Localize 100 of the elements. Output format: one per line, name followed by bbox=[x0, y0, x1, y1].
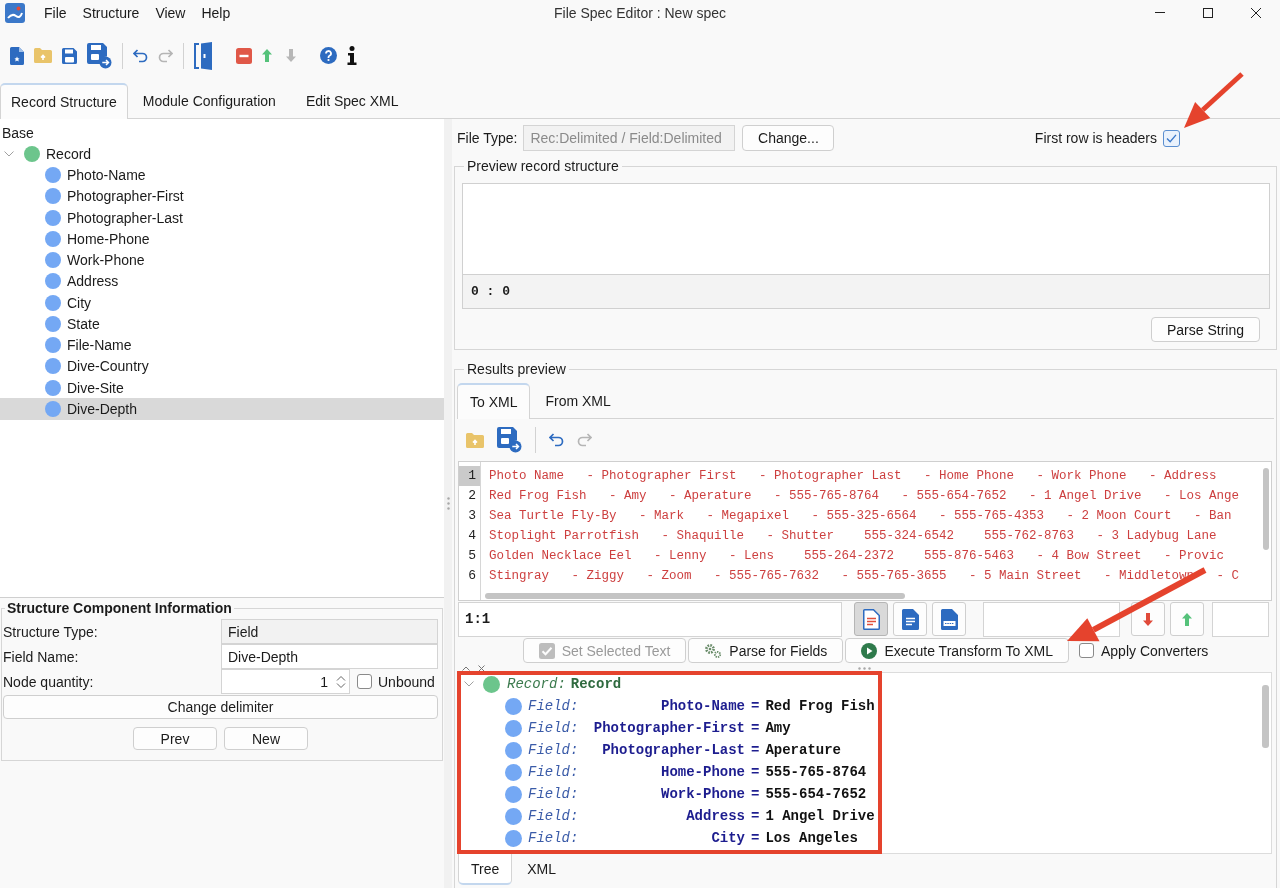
node-dot-icon bbox=[505, 807, 522, 825]
scrollbar[interactable] bbox=[1263, 468, 1269, 550]
door-icon[interactable] bbox=[194, 41, 213, 70]
scrollbar[interactable] bbox=[485, 593, 905, 599]
move-up-button[interactable] bbox=[1170, 602, 1204, 636]
tree-item[interactable]: Photographer-First bbox=[0, 185, 444, 207]
tab[interactable]: Module Configuration bbox=[127, 84, 291, 118]
new-document-icon[interactable] bbox=[10, 46, 24, 65]
scrollbar[interactable] bbox=[1262, 685, 1269, 748]
save-as-icon[interactable] bbox=[87, 42, 112, 69]
checkbox-label: First row is headers bbox=[1034, 130, 1157, 146]
node-dot-icon bbox=[45, 209, 61, 226]
tab[interactable]: From XML bbox=[530, 384, 626, 418]
checkmark-icon bbox=[1166, 133, 1177, 143]
undo-icon[interactable] bbox=[133, 48, 148, 63]
tree-item[interactable]: State bbox=[0, 313, 444, 335]
field-label: Field Name: bbox=[3, 648, 80, 665]
code-line: Stoplight Parrotfish - Shaquille - Shutter 555-324-6542 555-762-8763 - 3 Ladybug Lane bbox=[489, 528, 1217, 545]
document-view-button[interactable] bbox=[893, 602, 927, 636]
save-icon[interactable] bbox=[62, 47, 77, 64]
close-icon[interactable] bbox=[1251, 7, 1261, 18]
menu-item[interactable]: Help bbox=[193, 1, 239, 24]
arrow-up-icon[interactable] bbox=[262, 49, 272, 62]
text-field[interactable]: Dive-Depth bbox=[221, 644, 438, 669]
tab[interactable]: Edit Spec XML bbox=[290, 84, 414, 118]
node-type-label: Field: bbox=[528, 742, 579, 758]
html-document-icon bbox=[940, 608, 958, 630]
field-name: City bbox=[711, 830, 745, 846]
field-value: Aperature bbox=[765, 742, 842, 758]
tree-item[interactable]: Dive-Depth bbox=[0, 398, 444, 420]
change-delimiter-button[interactable]: Change delimiter bbox=[3, 695, 438, 719]
group-title: Results preview bbox=[466, 361, 567, 377]
field-value: Amy bbox=[765, 720, 791, 736]
action-button[interactable]: Execute Transform To XML bbox=[845, 638, 1069, 663]
field-name: Work-Phone bbox=[661, 786, 745, 802]
node-dot-icon bbox=[24, 145, 40, 162]
undo-icon[interactable] bbox=[549, 433, 564, 447]
assignment-operator: = bbox=[751, 764, 760, 780]
annotation-arrow bbox=[1184, 72, 1244, 128]
tree-item[interactable]: Home-Phone bbox=[0, 228, 444, 250]
node-dot-icon bbox=[45, 273, 61, 290]
spinner-arrows-icon[interactable] bbox=[336, 674, 346, 689]
previous-button[interactable]: Prev bbox=[133, 727, 217, 750]
menu-item[interactable]: File bbox=[36, 1, 75, 24]
node-type-label: Field: bbox=[528, 698, 579, 714]
tree-item[interactable]: Address bbox=[0, 270, 444, 292]
maximize-icon[interactable] bbox=[1203, 7, 1213, 18]
tree-item[interactable]: Dive-Country bbox=[0, 355, 444, 377]
field-value: 555-765-8764 bbox=[765, 764, 867, 780]
help-icon[interactable] bbox=[320, 47, 337, 64]
field-name: Photographer-Last bbox=[602, 742, 745, 758]
field-value: Red Frog Fish bbox=[765, 698, 875, 714]
checkbox[interactable] bbox=[357, 674, 372, 689]
position-field[interactable]: 1:1 bbox=[458, 601, 842, 637]
tree-item[interactable]: Dive-Site bbox=[0, 377, 444, 399]
tree-item[interactable]: Photo-Name bbox=[0, 164, 444, 186]
line-number: 5 bbox=[467, 547, 477, 565]
field-label: Node quantity: bbox=[3, 673, 95, 690]
tree-item[interactable]: Photographer-Last bbox=[0, 207, 444, 229]
checkbox[interactable] bbox=[1078, 643, 1094, 658]
gears-icon bbox=[704, 642, 723, 659]
tab[interactable]: XML bbox=[512, 854, 572, 884]
tab[interactable]: To XML bbox=[457, 383, 531, 419]
node-type-label: Field: bbox=[528, 720, 579, 736]
number-spinner[interactable]: 1 bbox=[221, 669, 350, 694]
code-editor[interactable] bbox=[458, 461, 1272, 601]
node-dot-icon bbox=[505, 763, 522, 781]
tree-item[interactable]: Base bbox=[0, 122, 444, 144]
input-field[interactable] bbox=[1212, 601, 1269, 637]
save-as-icon[interactable] bbox=[497, 427, 522, 453]
node-dot-icon bbox=[45, 230, 61, 247]
grip-icon[interactable] bbox=[446, 497, 450, 510]
chevron-down-icon[interactable] bbox=[464, 681, 474, 687]
tab[interactable]: Record Structure bbox=[0, 83, 128, 119]
node-dot-icon bbox=[45, 315, 61, 332]
tree-item[interactable]: City bbox=[0, 292, 444, 314]
move-down-button[interactable] bbox=[1131, 602, 1165, 636]
node-dot-icon bbox=[45, 294, 61, 311]
chevron-down-icon[interactable] bbox=[4, 150, 14, 157]
tree-item[interactable]: Work-Phone bbox=[0, 249, 444, 271]
tab[interactable]: Tree bbox=[458, 854, 513, 885]
position-readout: 0 : 0 bbox=[471, 284, 510, 299]
parse-string-button[interactable]: Parse String bbox=[1151, 317, 1260, 342]
remove-icon[interactable] bbox=[236, 47, 252, 64]
menu-item[interactable]: View bbox=[147, 1, 194, 24]
action-button[interactable]: Parse for Fields bbox=[688, 638, 844, 663]
node-dot-icon bbox=[483, 675, 500, 693]
grip-icon[interactable] bbox=[858, 666, 871, 670]
menu-item[interactable]: Structure bbox=[74, 1, 148, 24]
node-dot-icon bbox=[45, 188, 61, 205]
tree-item[interactable]: File-Name bbox=[0, 334, 444, 356]
text-view-button[interactable] bbox=[854, 602, 888, 636]
tree-item[interactable]: Record bbox=[0, 143, 444, 165]
chevron-up-icon[interactable] bbox=[462, 665, 470, 671]
node-type-label: Record: bbox=[507, 676, 566, 692]
html-view-button[interactable] bbox=[932, 602, 966, 636]
assignment-operator: = bbox=[751, 698, 760, 714]
new-button[interactable]: New bbox=[224, 727, 308, 750]
info-icon[interactable] bbox=[347, 46, 357, 65]
field-label: Structure Type: bbox=[3, 623, 99, 640]
